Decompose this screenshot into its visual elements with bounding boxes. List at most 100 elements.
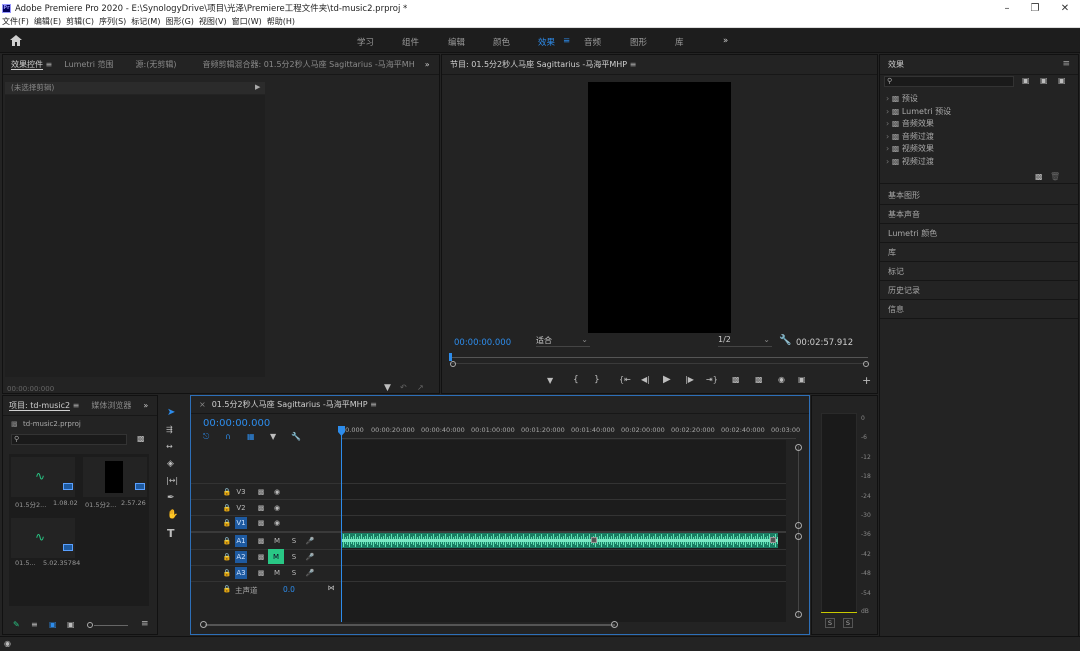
export-icon[interactable]: ↗ bbox=[417, 383, 424, 392]
expand-arrow-icon[interactable]: ▶ bbox=[255, 83, 260, 91]
go-to-out-icon[interactable]: ⇥} bbox=[706, 375, 718, 384]
bin-icon[interactable]: ▩ bbox=[137, 434, 145, 443]
fit-dropdown[interactable]: 适合 ⌄ bbox=[536, 335, 590, 347]
program-playhead-track[interactable] bbox=[450, 357, 868, 358]
section-info[interactable]: 信息 bbox=[888, 304, 904, 315]
tab-media-browser[interactable]: 媒体浏览器 bbox=[91, 400, 131, 411]
go-to-in-icon[interactable]: {⇤ bbox=[619, 375, 631, 384]
workspace-menu-icon[interactable]: ≡ bbox=[563, 36, 570, 46]
add-marker-icon[interactable]: ▼ bbox=[270, 432, 276, 441]
scroll-handle-mid[interactable] bbox=[795, 522, 802, 529]
eye-icon[interactable]: ◉ bbox=[271, 486, 283, 498]
slip-tool-icon[interactable]: |↔| bbox=[166, 476, 178, 485]
program-zoom-bar[interactable] bbox=[450, 363, 868, 364]
close-tab-icon[interactable]: × bbox=[199, 400, 206, 409]
track-label-a1[interactable]: A1 bbox=[235, 535, 247, 547]
hand-tool-icon[interactable]: ✋ bbox=[167, 510, 178, 520]
track-label-v2[interactable]: V2 bbox=[235, 502, 247, 514]
solo-button[interactable]: S bbox=[288, 535, 300, 547]
eye-icon[interactable]: ◉ bbox=[271, 517, 283, 529]
sync-lock-icon[interactable]: ▩ bbox=[255, 502, 267, 514]
lock-icon[interactable]: 🔒 bbox=[221, 551, 233, 563]
32bit-effects-icon[interactable]: ▣ bbox=[1040, 76, 1048, 85]
vertical-scrollbar[interactable] bbox=[798, 446, 799, 618]
resolution-dropdown[interactable]: 1/2 ⌄ bbox=[718, 335, 772, 347]
sync-lock-icon[interactable]: ▩ bbox=[255, 486, 267, 498]
freeform-view-icon[interactable]: ▣ bbox=[67, 620, 75, 629]
delete-icon[interactable]: 🗑 bbox=[1050, 172, 1060, 181]
workspace-learn[interactable]: 学习 bbox=[357, 36, 374, 48]
timeline-settings-icon[interactable]: 🔧 bbox=[291, 432, 301, 441]
folder-lumetri-presets[interactable]: › ▩ Lumetri 预设 bbox=[886, 106, 951, 119]
mute-button[interactable]: M bbox=[271, 567, 283, 579]
effects-menu-icon[interactable]: ≡ bbox=[1062, 59, 1070, 69]
sync-lock-icon[interactable]: ▩ bbox=[255, 517, 267, 529]
tab-source[interactable]: 源:(无剪辑) bbox=[136, 59, 177, 70]
folder-audio-transitions[interactable]: › ▩ 音频过渡 bbox=[886, 131, 951, 144]
solo-right-button[interactable]: S bbox=[843, 618, 853, 628]
lock-icon[interactable]: 🔒 bbox=[221, 567, 233, 579]
project-overflow-icon[interactable]: » bbox=[143, 401, 148, 410]
section-lumetri-color[interactable]: Lumetri 颜色 bbox=[888, 228, 937, 239]
play-icon[interactable]: ▶ bbox=[663, 374, 671, 385]
pencil-icon[interactable]: ✎ bbox=[13, 620, 20, 629]
program-playhead[interactable] bbox=[449, 353, 452, 361]
sync-lock-icon[interactable]: ▩ bbox=[255, 551, 267, 563]
mic-icon[interactable]: 🎤 bbox=[304, 567, 316, 579]
mute-button-active[interactable]: M bbox=[268, 549, 284, 564]
lift-icon[interactable]: ▩ bbox=[732, 375, 740, 384]
project-item-thumb[interactable] bbox=[83, 457, 147, 497]
mic-icon[interactable]: 🎤 bbox=[304, 551, 316, 563]
compare-icon[interactable]: ▣ bbox=[798, 375, 806, 384]
track-select-tool-icon[interactable]: ⇶ bbox=[166, 425, 173, 434]
mic-icon[interactable]: 🎤 bbox=[304, 535, 316, 547]
loop-icon[interactable]: ↶ bbox=[400, 383, 407, 392]
yuv-effects-icon[interactable]: ▣ bbox=[1058, 76, 1066, 85]
horizontal-scrollbar[interactable] bbox=[205, 624, 615, 626]
solo-button[interactable]: S bbox=[288, 551, 300, 563]
track-label-a3[interactable]: A3 bbox=[235, 567, 247, 579]
menu-clip[interactable]: 剪辑(C) bbox=[66, 16, 94, 27]
time-ruler[interactable]: 00.000 00:00:20:000 00:00:40:000 00:01:0… bbox=[341, 424, 800, 439]
program-timecode[interactable]: 00:00:00.000 bbox=[454, 338, 511, 348]
status-icon[interactable]: ◉ bbox=[4, 639, 11, 648]
go-to-end-icon[interactable]: ⋈ bbox=[325, 582, 337, 594]
timeline-timecode[interactable]: 00:00:00.000 bbox=[203, 418, 270, 429]
section-libraries[interactable]: 库 bbox=[888, 247, 896, 258]
pen-tool-icon[interactable]: ✒ bbox=[167, 493, 175, 503]
new-bin-icon[interactable]: ▩ bbox=[1035, 172, 1043, 181]
audio-clip-a1[interactable] bbox=[341, 533, 778, 548]
hscroll-handle-right[interactable] bbox=[611, 621, 618, 628]
home-icon[interactable] bbox=[10, 35, 22, 46]
menu-file[interactable]: 文件(F) bbox=[2, 16, 29, 27]
workspace-color[interactable]: 颜色 bbox=[493, 36, 510, 48]
scroll-handle-mid2[interactable] bbox=[795, 533, 802, 540]
track-label-a2[interactable]: A2 bbox=[235, 551, 247, 563]
menu-help[interactable]: 帮助(H) bbox=[267, 16, 295, 27]
list-view-icon[interactable]: ≡ bbox=[31, 620, 38, 629]
section-essential-graphics[interactable]: 基本图形 bbox=[888, 190, 920, 201]
project-item-thumb[interactable]: ∿ bbox=[11, 457, 75, 497]
selection-tool-icon[interactable]: ➤ bbox=[167, 407, 175, 418]
tab-sequence[interactable]: 01.5分2秒人马座 Sagittarius -马海平MHP ≡ bbox=[212, 399, 377, 410]
project-item-thumb[interactable]: ∿ bbox=[11, 518, 75, 558]
hscroll-handle-left[interactable] bbox=[200, 621, 207, 628]
lock-icon[interactable]: 🔒 bbox=[221, 583, 233, 595]
keyframe-marker[interactable] bbox=[591, 537, 597, 543]
folder-video-transitions[interactable]: › ▩ 视频过渡 bbox=[886, 156, 951, 169]
scroll-handle-top[interactable] bbox=[795, 444, 802, 451]
maximize-icon[interactable]: ❐ bbox=[1020, 0, 1050, 16]
folder-presets[interactable]: › ▩ 预设 bbox=[886, 93, 951, 106]
section-essential-sound[interactable]: 基本声音 bbox=[888, 209, 920, 220]
mark-out-icon[interactable]: } bbox=[594, 375, 600, 385]
tab-audio-clip-mixer[interactable]: 音频剪辑混合器: 01.5分2秒人马座 Sagittarius -马海平MH bbox=[202, 59, 414, 70]
workspace-effects[interactable]: 效果 bbox=[538, 36, 555, 48]
panel-overflow-icon[interactable]: » bbox=[425, 60, 430, 69]
lock-icon[interactable]: 🔒 bbox=[221, 502, 233, 514]
icon-view-icon[interactable]: ▣ bbox=[49, 620, 57, 629]
scroll-handle-bottom[interactable] bbox=[795, 611, 802, 618]
keyframe-marker[interactable] bbox=[770, 537, 776, 543]
menu-view[interactable]: 视图(V) bbox=[199, 16, 227, 27]
project-menu-icon[interactable]: ≡ bbox=[141, 619, 149, 629]
minimize-icon[interactable]: – bbox=[992, 0, 1022, 16]
